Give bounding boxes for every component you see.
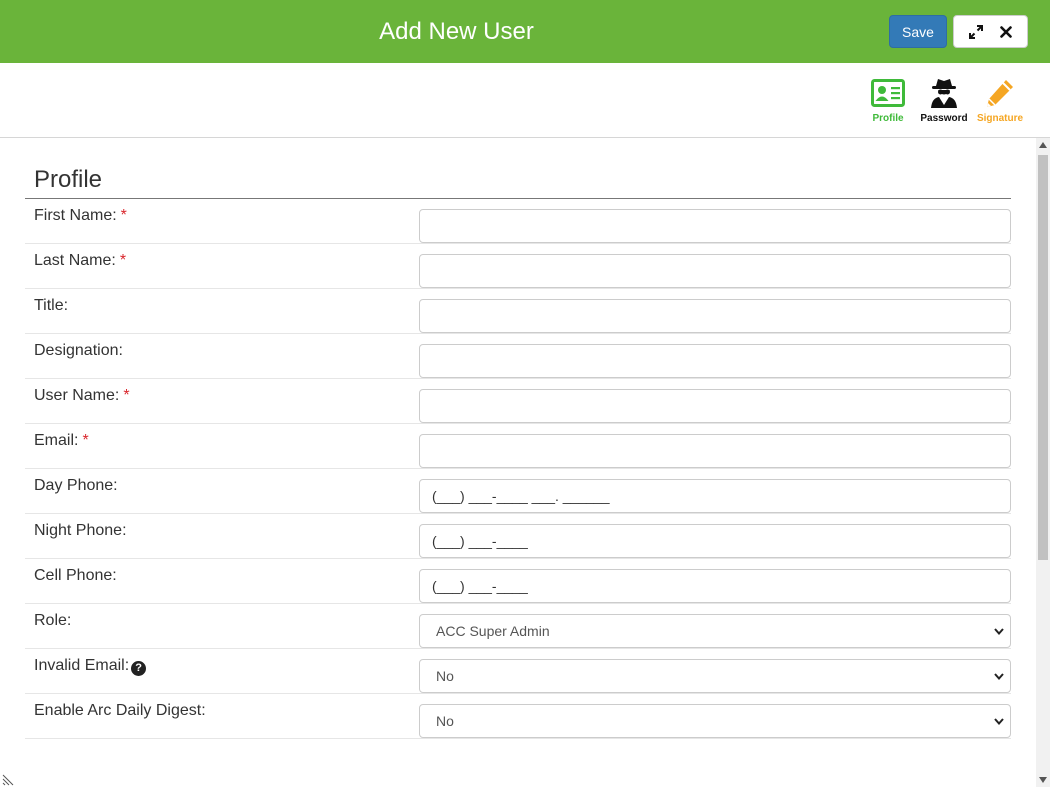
pencil-icon bbox=[987, 80, 1013, 107]
scroll-down-icon[interactable] bbox=[1039, 777, 1047, 783]
arc-daily-digest-label: Enable Arc Daily Digest: bbox=[34, 702, 206, 719]
chevron-down-icon bbox=[994, 615, 1004, 647]
chevron-down-icon bbox=[994, 660, 1004, 692]
email-label: Email: * bbox=[34, 432, 89, 449]
tab-password-label: Password bbox=[920, 113, 968, 124]
row-night-phone: Night Phone: (___) ___-____ bbox=[25, 514, 1011, 559]
cell-phone-input[interactable]: (___) ___-____ bbox=[419, 569, 1011, 603]
required-marker: * bbox=[123, 387, 130, 404]
arc-daily-digest-select[interactable]: No bbox=[419, 704, 1011, 738]
day-phone-input[interactable]: (___) ___-____ ___. ______ bbox=[419, 479, 1011, 513]
user-name-input[interactable] bbox=[419, 389, 1011, 423]
row-role: Role: ACC Super Admin bbox=[25, 604, 1011, 649]
user-name-label: User Name: * bbox=[34, 387, 130, 404]
id-card-icon bbox=[871, 79, 905, 107]
required-marker: * bbox=[120, 207, 127, 224]
resize-grip-icon[interactable] bbox=[2, 773, 14, 791]
tab-profile[interactable]: Profile bbox=[866, 77, 910, 124]
role-select-value: ACC Super Admin bbox=[436, 623, 550, 639]
required-marker: * bbox=[82, 432, 89, 449]
invalid-email-label: Invalid Email:? bbox=[34, 649, 147, 694]
last-name-label: Last Name: * bbox=[34, 252, 127, 269]
night-phone-label: Night Phone: bbox=[34, 522, 127, 539]
row-invalid-email: Invalid Email:? No bbox=[25, 649, 1011, 694]
row-user-name: User Name: * bbox=[25, 379, 1011, 424]
scroll-up-icon[interactable] bbox=[1039, 142, 1047, 148]
scrollbar-thumb[interactable] bbox=[1038, 155, 1048, 560]
row-designation: Designation: bbox=[25, 334, 1011, 379]
row-first-name: First Name: * bbox=[25, 199, 1011, 244]
dialog-title: Add New User bbox=[379, 18, 534, 45]
day-phone-label: Day Phone: bbox=[34, 477, 118, 494]
role-label: Role: bbox=[34, 612, 72, 629]
row-last-name: Last Name: * bbox=[25, 244, 1011, 289]
profile-form: Profile First Name: * Last Name: * Title: … bbox=[0, 138, 1036, 787]
first-name-label: First Name: * bbox=[34, 207, 127, 224]
first-name-input[interactable] bbox=[419, 209, 1011, 243]
email-input[interactable] bbox=[419, 434, 1011, 468]
designation-label: Designation: bbox=[34, 342, 123, 359]
role-select[interactable]: ACC Super Admin bbox=[419, 614, 1011, 648]
required-marker: * bbox=[119, 252, 127, 269]
row-email: Email: * bbox=[25, 424, 1011, 469]
vertical-scrollbar[interactable] bbox=[1036, 138, 1050, 787]
title-label: Title: bbox=[34, 297, 69, 314]
cell-phone-label: Cell Phone: bbox=[34, 567, 117, 584]
invalid-email-select-value: No bbox=[436, 668, 454, 684]
title-input[interactable] bbox=[419, 299, 1011, 333]
tab-password[interactable]: Password bbox=[916, 77, 972, 124]
tab-profile-label: Profile bbox=[872, 113, 904, 124]
row-title: Title: bbox=[25, 289, 1011, 334]
expand-icon[interactable] bbox=[968, 16, 984, 47]
designation-input[interactable] bbox=[419, 344, 1011, 378]
question-circle-icon[interactable]: ? bbox=[131, 661, 147, 676]
invalid-email-select[interactable]: No bbox=[419, 659, 1011, 693]
row-day-phone: Day Phone: (___) ___-____ ___. ______ bbox=[25, 469, 1011, 514]
last-name-input[interactable] bbox=[419, 254, 1011, 288]
close-icon[interactable] bbox=[998, 16, 1014, 47]
row-cell-phone: Cell Phone: (___) ___-____ bbox=[25, 559, 1011, 604]
row-arc-daily-digest: Enable Arc Daily Digest: No bbox=[25, 694, 1011, 739]
section-title: Profile bbox=[34, 166, 103, 193]
save-button[interactable]: Save bbox=[889, 15, 947, 48]
window-controls bbox=[953, 15, 1028, 48]
user-secret-icon bbox=[931, 79, 957, 108]
chevron-down-icon bbox=[994, 705, 1004, 737]
tab-signature[interactable]: Signature bbox=[974, 77, 1026, 124]
tab-signature-label: Signature bbox=[976, 113, 1024, 124]
arc-daily-digest-select-value: No bbox=[436, 713, 454, 729]
dialog-header: Add New User Save bbox=[0, 0, 1050, 63]
tab-bar: Profile Password Signature bbox=[0, 63, 1050, 138]
night-phone-input[interactable]: (___) ___-____ bbox=[419, 524, 1011, 558]
